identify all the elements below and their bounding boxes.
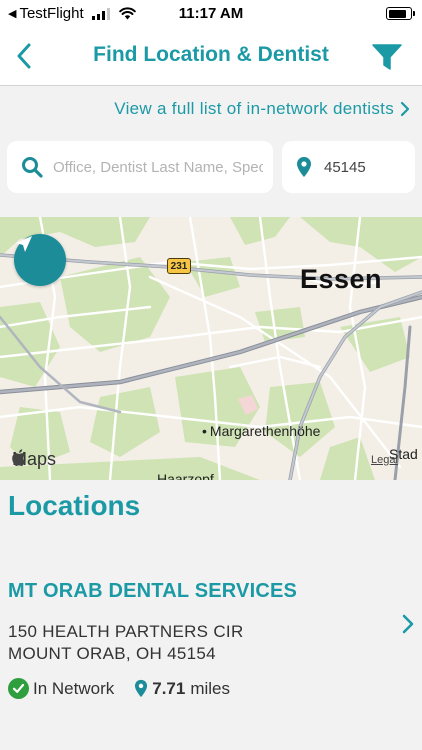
locations-title: Locations: [8, 490, 141, 521]
search-icon: [22, 157, 43, 178]
status-time: 11:17 AM: [178, 5, 244, 22]
chevron-right-icon: [400, 101, 410, 117]
location-address-line2: MOUNT ORAB, OH 45154: [8, 644, 216, 663]
page-title: Find Location & Dentist: [93, 43, 329, 66]
check-circle-icon: [8, 678, 29, 699]
apple-logo-icon: [12, 449, 26, 466]
current-location-button[interactable]: [14, 234, 66, 286]
map-legal-link[interactable]: Legal: [371, 454, 398, 466]
back-button[interactable]: [6, 38, 42, 74]
chevron-left-icon: [17, 43, 31, 69]
filter-button[interactable]: [370, 40, 404, 74]
location-pin-icon: [135, 679, 148, 698]
status-bar: ◀ TestFlight 11:17 AM: [0, 0, 422, 28]
filter-icon: [372, 44, 402, 70]
location-meta: In Network 7.71 miles: [8, 678, 230, 699]
full-dentist-list-link[interactable]: View a full list of in-network dentists: [114, 97, 410, 121]
location-address-line1: 150 HEALTH PARTNERS CIR: [8, 622, 244, 641]
zip-code-input[interactable]: [324, 158, 404, 176]
distance-unit: miles: [190, 678, 231, 698]
location-pin-icon: [297, 157, 311, 177]
road-number-shield: 231: [167, 258, 191, 274]
zip-field-container[interactable]: [282, 141, 415, 193]
battery-icon: [386, 7, 415, 20]
search-field-container[interactable]: [7, 141, 273, 193]
search-input[interactable]: [53, 158, 263, 176]
full-dentist-list-label: View a full list of in-network dentists: [114, 99, 394, 118]
network-status: In Network: [33, 678, 115, 698]
map-bottom-label: Haarzopf: [157, 471, 214, 480]
nav-bar: Find Location & Dentist: [0, 28, 422, 86]
chevron-right-icon: [402, 614, 414, 634]
maps-logo: Maps: [12, 449, 56, 470]
map-place-label: Margarethenhöhe: [202, 423, 321, 439]
location-detail-chevron[interactable]: [402, 614, 414, 639]
distance-value: 7.71: [152, 678, 186, 698]
map-city-label: Essen: [300, 264, 383, 294]
location-name: MT ORAB DENTAL SERVICES: [8, 580, 298, 602]
map-view[interactable]: 231 Essen Margarethenhöhe Haarzopf Stad …: [0, 217, 422, 480]
location-list-item[interactable]: MT ORAB DENTAL SERVICES 150 HEALTH PARTN…: [0, 570, 422, 710]
location-arrow-icon: [16, 236, 32, 252]
